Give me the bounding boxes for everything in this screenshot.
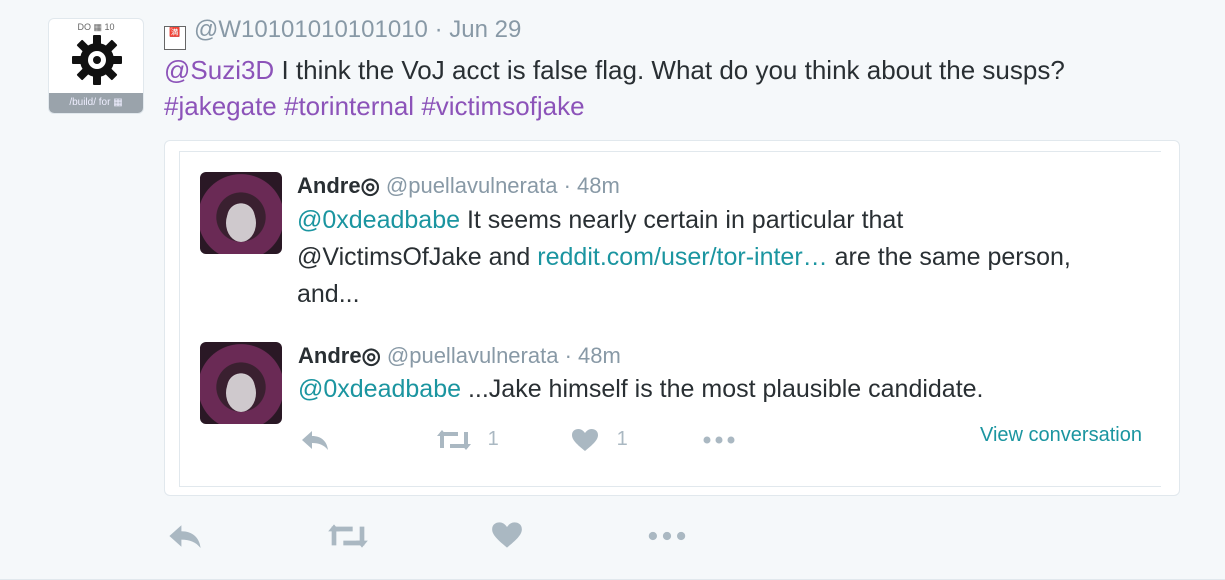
avatar-top-label: DO ▦ 10 — [77, 22, 115, 32]
hashtag-link[interactable]: #victimsofjake — [421, 91, 584, 121]
avatar-band-label: /build/ for ▦ — [49, 93, 143, 113]
mention-link[interactable]: @Suzi3D — [164, 55, 274, 85]
heart-icon — [492, 522, 522, 548]
tweet-text: @Suzi3D I think the VoJ acct is false fl… — [164, 52, 1204, 124]
quoted-more-button[interactable] — [702, 428, 736, 452]
hashtag-link[interactable]: #torinternal — [284, 91, 414, 121]
quoted-header: Andre◎ @puellavulnerata · 48m — [298, 343, 621, 369]
quoted-text: @0xdeadbabe It seems nearly certain in p… — [297, 202, 1157, 313]
retweet-count: 1 — [487, 428, 499, 451]
name-badge-icon: ◎ — [361, 343, 381, 368]
quoted-time[interactable]: 48m — [578, 343, 621, 368]
quoted-text-line: ...Jake himself is the most plausible ca… — [461, 375, 984, 403]
quoted-text-line: and... — [297, 280, 360, 308]
like-button[interactable] — [491, 521, 523, 549]
header-separator: · — [434, 16, 443, 43]
quoted-text-line: are the same person, — [827, 243, 1071, 271]
reply-icon — [169, 525, 201, 548]
retweet-icon — [328, 524, 368, 548]
quoted-like-button[interactable]: 1 — [571, 428, 628, 452]
card-divider — [179, 151, 1161, 152]
quoted-text-line: It seems nearly certain in particular th… — [460, 206, 904, 234]
card-divider — [179, 486, 1161, 487]
quoted-handle[interactable]: @puellavulnerata — [386, 173, 558, 198]
avatar-face — [226, 374, 256, 412]
more-button[interactable] — [647, 521, 687, 551]
retweet-button[interactable] — [327, 521, 369, 551]
url-link[interactable]: reddit.com/user/tor-inter… — [537, 243, 827, 271]
view-conversation-link[interactable]: View conversation — [980, 424, 1142, 447]
mention-link[interactable]: @0xdeadbabe — [298, 375, 461, 403]
tweet-body: I think the VoJ acct is false flag. What… — [274, 55, 1065, 85]
reply-button[interactable] — [167, 521, 203, 551]
more-icon — [703, 436, 735, 444]
hashtag-link[interactable]: #jakegate — [164, 91, 277, 121]
quoted-retweet-button[interactable]: 1 — [436, 428, 499, 452]
quoted-text-line: @VictimsOfJake and — [297, 243, 538, 271]
gear-icon — [72, 35, 122, 85]
quoted-text: @0xdeadbabe ...Jake himself is the most … — [298, 371, 1158, 408]
like-count: 1 — [616, 428, 628, 451]
more-icon — [648, 531, 686, 541]
quoted-separator: · — [564, 343, 572, 368]
emoji-badge-icon: 🈵 — [164, 26, 186, 50]
quoted-avatar[interactable] — [200, 172, 282, 254]
quoted-author-name[interactable]: Andre — [298, 343, 362, 368]
avatar[interactable]: DO ▦ 10 /build/ for ▦ — [48, 18, 144, 114]
retweet-icon — [437, 430, 471, 450]
name-badge-icon: ◎ — [360, 173, 380, 198]
author-handle[interactable]: @W10101010101010 — [194, 16, 428, 43]
quoted-header: Andre◎ @puellavulnerata · 48m — [297, 173, 620, 199]
reply-icon — [302, 431, 328, 450]
mention-link[interactable]: @0xdeadbabe — [297, 206, 460, 234]
quoted-handle[interactable]: @puellavulnerata — [387, 343, 559, 368]
tweet-header: 🈵 @W10101010101010 · Jun 29 — [164, 16, 521, 50]
quoted-time[interactable]: 48m — [577, 173, 620, 198]
quoted-reply-button[interactable] — [300, 428, 330, 452]
tweet: DO ▦ 10 /build/ for ▦ 🈵 @W10101010101010 … — [0, 0, 1225, 580]
quoted-separator: · — [563, 173, 571, 198]
tweet-date[interactable]: Jun 29 — [449, 16, 521, 43]
heart-icon — [572, 429, 598, 451]
quoted-avatar[interactable] — [200, 342, 282, 424]
card-rail — [179, 151, 180, 487]
quoted-author-name[interactable]: Andre — [297, 173, 361, 198]
avatar-face — [226, 204, 256, 242]
